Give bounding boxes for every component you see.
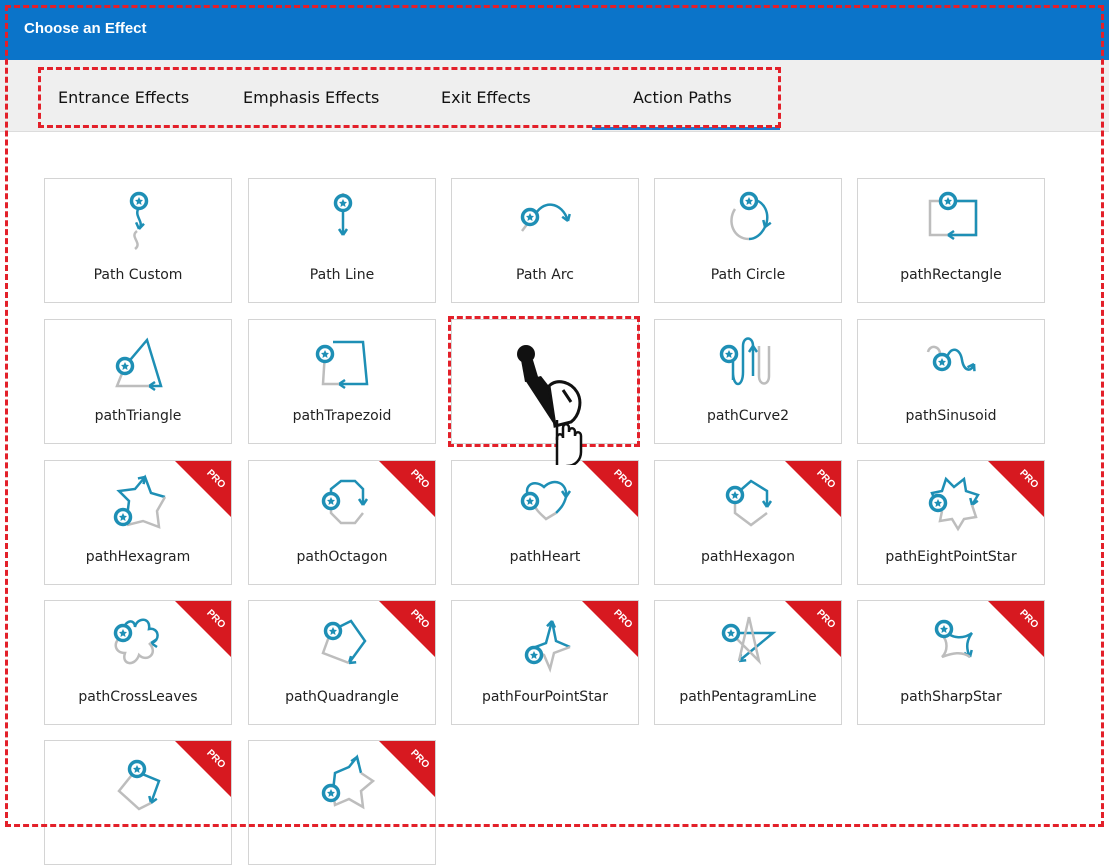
effect-card[interactable]: pathFourPointStar PRO xyxy=(451,600,639,725)
tab-exit-effects[interactable]: Exit Effects xyxy=(441,88,531,107)
pro-badge: PRO xyxy=(175,741,231,797)
effect-label: Path Line xyxy=(309,267,375,283)
path-eight-point-star-icon xyxy=(928,476,980,532)
effect-label: pathSinusoid xyxy=(905,408,997,424)
effect-label: pathFourPointStar xyxy=(481,689,609,705)
pro-badge: PRO xyxy=(379,461,435,517)
path-rectangle-icon xyxy=(928,191,978,241)
pro-badge: PRO xyxy=(379,601,435,657)
effect-label: pathOctagon xyxy=(296,549,388,565)
mouse-hand-cursor-icon xyxy=(517,345,583,465)
path-line-icon xyxy=(333,193,353,236)
effect-card[interactable]: pathHexagram PRO xyxy=(44,460,232,585)
effect-label: pathEightPointStar xyxy=(885,549,1017,565)
pro-badge: PRO xyxy=(175,461,231,517)
path-curve2-icon xyxy=(719,337,771,386)
effect-card[interactable]: pathPentagramLine PRO xyxy=(654,600,842,725)
path-triangle-icon xyxy=(115,337,163,392)
pro-badge: PRO xyxy=(379,741,435,797)
effect-label: pathTrapezoid xyxy=(292,408,392,424)
effect-label: pathHexagon xyxy=(701,549,795,565)
effect-label: pathRectangle xyxy=(900,267,1002,283)
effect-label: pathCurve2 xyxy=(706,408,790,424)
effect-label: Path Custom xyxy=(93,267,183,283)
pro-badge: PRO xyxy=(988,461,1044,517)
effect-label: pathHexagram xyxy=(85,549,191,565)
effect-card[interactable]: pathSinusoid xyxy=(857,319,1045,444)
effect-card[interactable]: Path Circle xyxy=(654,178,842,303)
path-four-point-star-icon xyxy=(524,620,571,673)
path-octagon-icon xyxy=(321,479,369,525)
path-cross-leaves-icon xyxy=(113,618,159,665)
dialog-title: Choose an Effect xyxy=(24,20,147,37)
effect-card[interactable]: Path Custom xyxy=(44,178,232,303)
path-sinusoid-icon xyxy=(926,345,976,372)
effect-card[interactable]: pathRectangle xyxy=(857,178,1045,303)
effect-card[interactable]: pathCrossLeaves PRO xyxy=(44,600,232,725)
path-hexagram-icon xyxy=(113,474,167,529)
pro-badge: PRO xyxy=(582,601,638,657)
effect-card[interactable]: pathOctagon PRO xyxy=(248,460,436,585)
pro-badge: PRO xyxy=(582,461,638,517)
effect-label: pathHeart xyxy=(509,549,581,565)
tab-emphasis-effects[interactable]: Emphasis Effects xyxy=(243,88,379,107)
pro-badge: PRO xyxy=(785,461,841,517)
tab-entrance-effects[interactable]: Entrance Effects xyxy=(58,88,189,107)
active-tab-indicator xyxy=(592,127,780,130)
path-star-icon xyxy=(321,754,376,810)
pro-badge: PRO xyxy=(175,601,231,657)
effect-card[interactable]: pathHeart PRO xyxy=(451,460,639,585)
effect-card[interactable]: Path Arc xyxy=(451,178,639,303)
effect-card[interactable]: pathTriangle xyxy=(44,319,232,444)
path-pentagram-line-icon xyxy=(721,616,777,665)
effect-card[interactable]: pathTrapezoid xyxy=(248,319,436,444)
effect-label: pathTriangle xyxy=(94,408,182,424)
effect-label: Path Circle xyxy=(710,267,786,283)
path-quadrangle-icon xyxy=(321,619,367,665)
path-heart-icon xyxy=(520,480,572,521)
path-arc-icon xyxy=(520,203,571,232)
effect-card[interactable]: pathQuadrangle PRO xyxy=(248,600,436,725)
effect-label: pathCrossLeaves xyxy=(78,689,198,705)
path-custom-icon xyxy=(129,191,149,250)
path-sharp-star-icon xyxy=(934,619,974,659)
effect-label: pathPentagramLine xyxy=(679,689,817,705)
effect-card[interactable]: pathCurve2 xyxy=(654,319,842,444)
tab-action-paths[interactable]: Action Paths xyxy=(633,88,732,107)
path-trapezoid-icon xyxy=(315,340,369,390)
pro-badge: PRO xyxy=(988,601,1044,657)
effect-label: Path Arc xyxy=(516,267,574,283)
path-circle-icon xyxy=(730,191,772,241)
path-hexagon-icon xyxy=(725,479,773,527)
effect-card[interactable]: Path Line xyxy=(248,178,436,303)
effect-card[interactable]: PRO xyxy=(44,740,232,865)
path-pentagon-icon xyxy=(117,759,161,811)
effect-card[interactable]: pathEightPointStar PRO xyxy=(857,460,1045,585)
dialog-title-bar: Choose an Effect xyxy=(0,0,1109,60)
pro-badge: PRO xyxy=(785,601,841,657)
effect-card[interactable]: pathHexagon PRO xyxy=(654,460,842,585)
effect-card[interactable]: PRO xyxy=(248,740,436,865)
effect-card[interactable]: pathSharpStar PRO xyxy=(857,600,1045,725)
effect-label: pathSharpStar xyxy=(900,689,1002,705)
effect-label: pathQuadrangle xyxy=(285,689,399,705)
